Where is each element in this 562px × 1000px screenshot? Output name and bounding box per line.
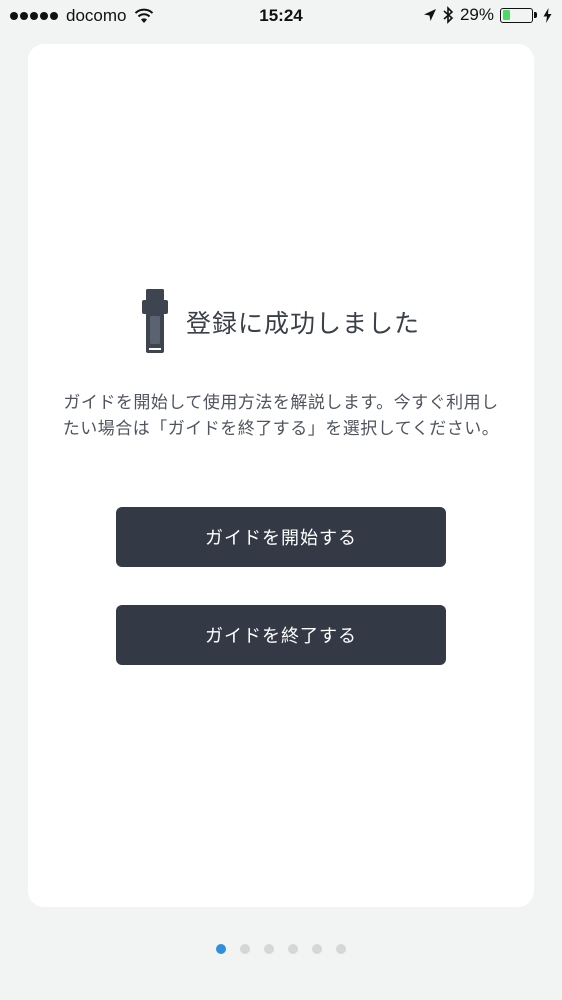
- end-guide-button[interactable]: ガイドを終了する: [116, 605, 446, 665]
- onboarding-card: 登録に成功しました ガイドを開始して使用方法を解説します。今すぐ利用したい場合は…: [28, 44, 534, 907]
- title-row: 登録に成功しました: [28, 289, 534, 355]
- page-dot[interactable]: [240, 944, 250, 954]
- page-dot[interactable]: [312, 944, 322, 954]
- battery-cap: [534, 12, 537, 18]
- page-title: 登録に成功しました: [185, 309, 420, 338]
- page-dot[interactable]: [288, 944, 298, 954]
- bluetooth-icon: [443, 6, 454, 24]
- guide-description: ガイドを開始して使用方法を解説します。今すぐ利用したい場合は「ガイドを終了する」…: [62, 393, 500, 439]
- page-dot[interactable]: [336, 944, 346, 954]
- battery-fill: [502, 10, 511, 20]
- charging-bolt-icon: [543, 7, 552, 23]
- status-right: 29%: [423, 5, 552, 25]
- battery-percent: 29%: [459, 5, 494, 24]
- band-device-icon: [141, 289, 168, 353]
- battery-icon: [500, 7, 533, 23]
- status-bar: docomo 15:24 29%: [0, 0, 562, 34]
- location-arrow-icon: [423, 9, 436, 21]
- page-dot-active[interactable]: [216, 944, 226, 954]
- start-guide-button[interactable]: ガイドを開始する: [116, 507, 446, 567]
- page-dot[interactable]: [264, 944, 274, 954]
- page-indicator[interactable]: [0, 944, 562, 954]
